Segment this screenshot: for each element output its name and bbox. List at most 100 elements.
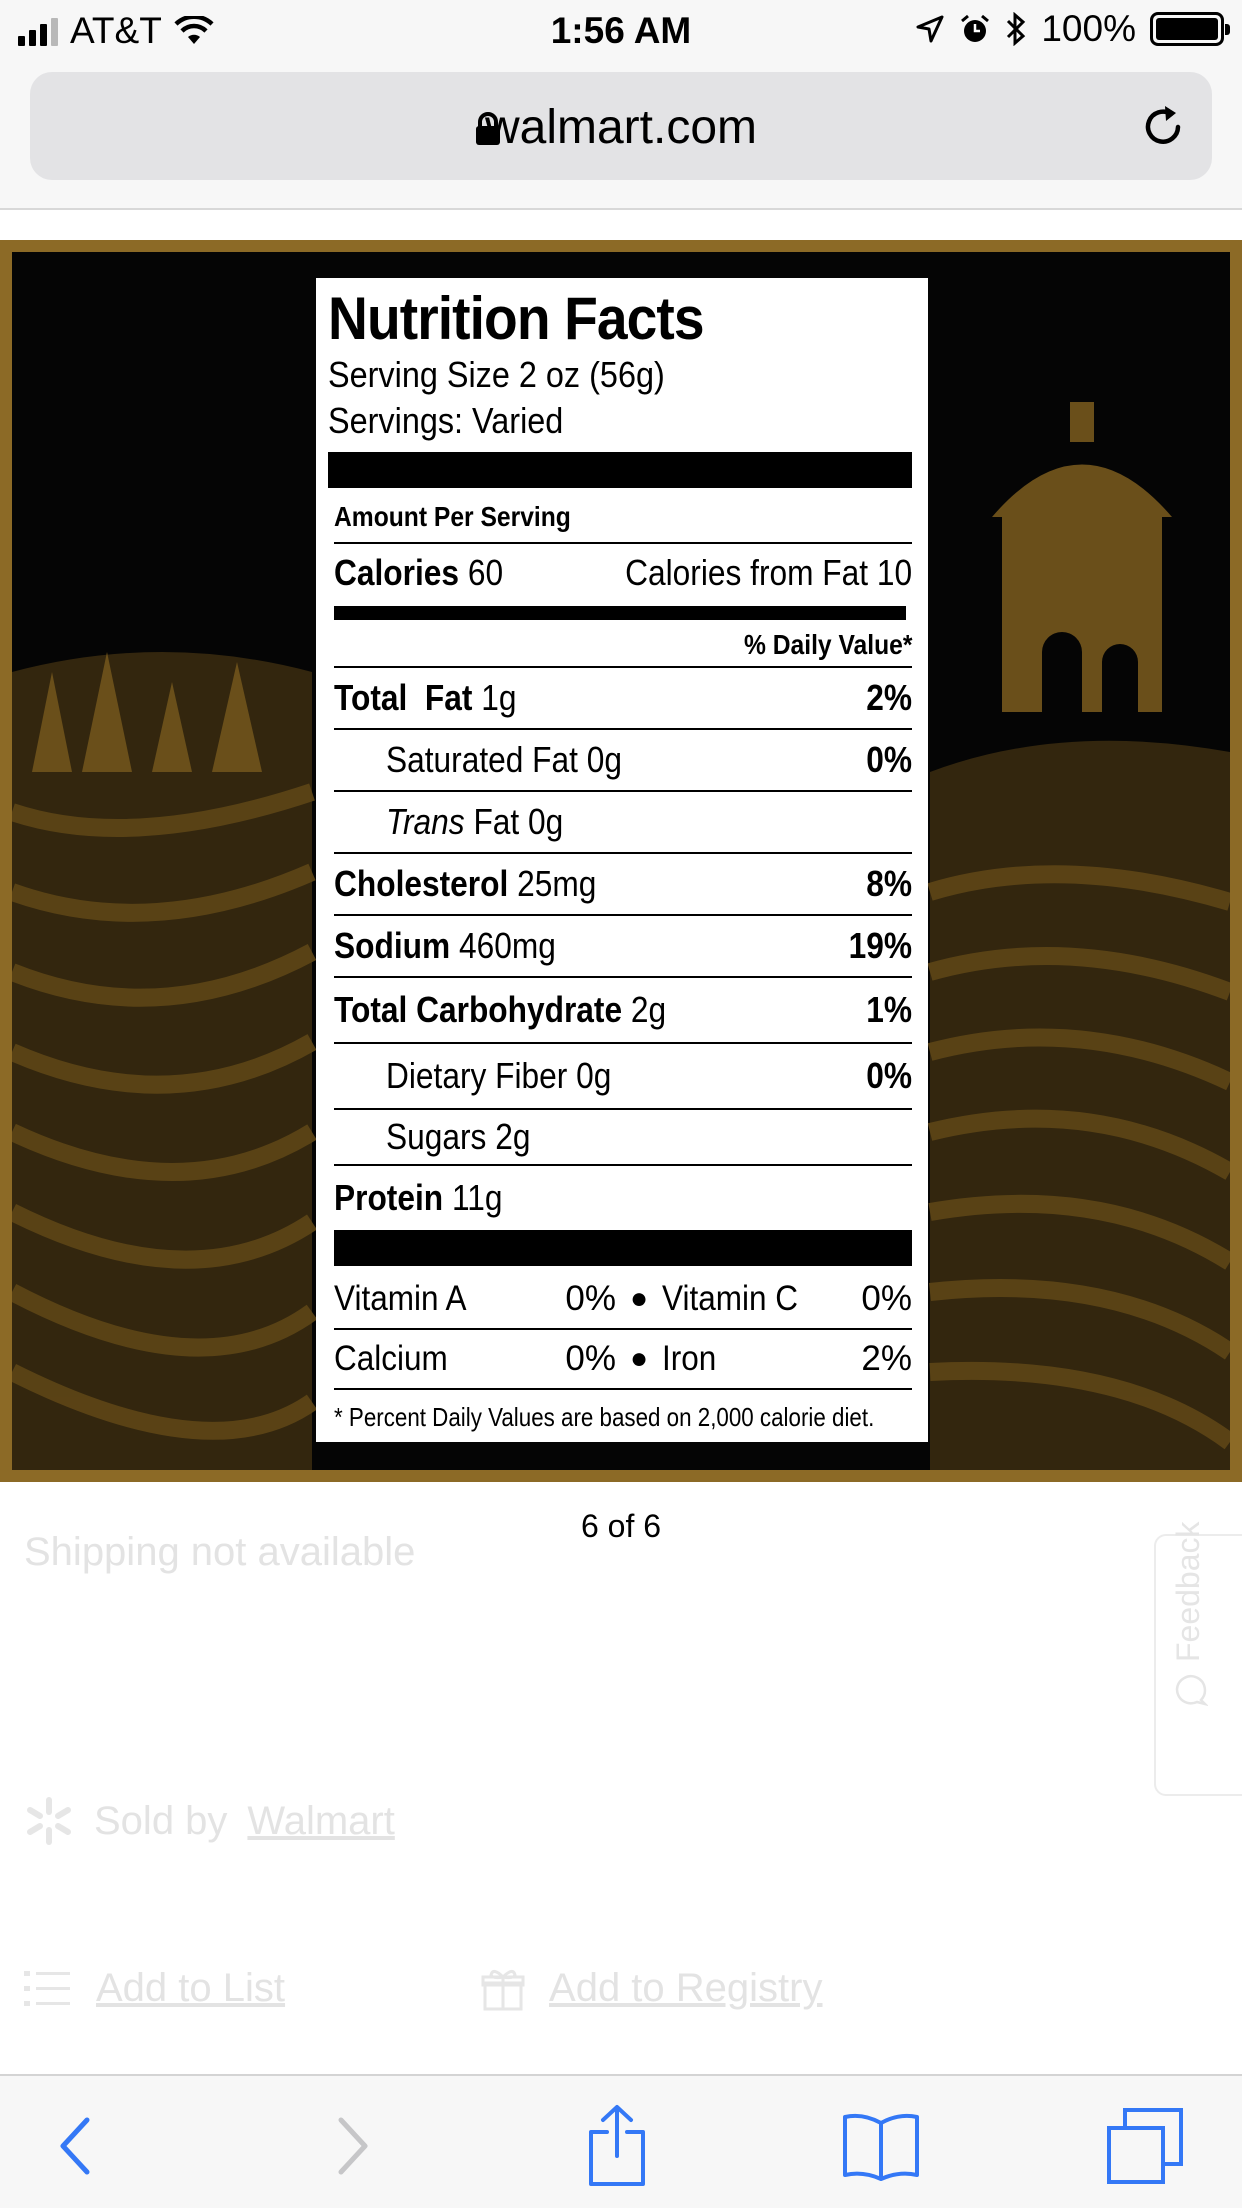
list-icon — [24, 1970, 70, 2006]
nutrient-name: Total Fat — [334, 677, 473, 718]
nutrient-amount: 11g — [451, 1177, 503, 1218]
nutrient-name: Total Carbohydrate — [334, 989, 623, 1030]
battery-percent: 100% — [1041, 8, 1136, 49]
nutrient-row-sugars: Sugars 2g — [334, 1110, 912, 1166]
vitamin-percent: 0% — [861, 1279, 912, 1318]
nutrient-label: Protein 11g — [334, 1177, 502, 1219]
nutrient-row-total-fat: Total Fat 1g 2% — [334, 668, 912, 730]
vitamin-percent: 0% — [565, 1339, 616, 1378]
bookmarks-button[interactable] — [836, 2106, 926, 2186]
nutrient-amount: 0g — [576, 1055, 612, 1096]
nutrient-amount: 25mg — [517, 863, 597, 904]
shipping-status: Shipping not available — [24, 1530, 416, 1574]
sold-by-label: Sold by — [94, 1798, 228, 1843]
product-image-carousel[interactable]: Nutrition Facts Serving Size 2 oz (56g) … — [0, 240, 1242, 1482]
chat-bubble-icon — [1175, 1675, 1209, 1707]
nutrient-name: Dietary Fiber — [386, 1055, 568, 1096]
gift-icon — [481, 1969, 525, 2010]
feedback-label: Feedback — [1170, 1521, 1209, 1707]
vitamin-row: Calcium 0% ● Iron 2% — [334, 1330, 912, 1390]
vitamin-row: Vitamin A 0% ● Vitamin C 0% — [334, 1270, 912, 1330]
nutrient-name: Fat — [473, 801, 520, 842]
calories-row: Calories 60 Calories from Fat 10 — [334, 544, 912, 602]
bullet-separator: ● — [629, 1282, 649, 1315]
nutrient-label: Total Fat 1g — [334, 677, 517, 719]
divider-thick — [328, 452, 912, 488]
nutrient-name: Protein — [334, 1177, 444, 1218]
daily-value-footnote: * Percent Daily Values are based on 2,00… — [334, 1402, 875, 1432]
bullet-separator: ● — [629, 1342, 649, 1375]
nutrient-dv: 0% — [866, 1055, 912, 1096]
nutrient-label: Trans Fat 0g — [386, 801, 563, 843]
nutrient-dv: 8% — [866, 863, 912, 904]
feedback-text: Feedback — [1170, 1521, 1206, 1662]
nutrient-dv: 2% — [866, 677, 912, 718]
nutrient-name: Saturated Fat — [386, 739, 578, 780]
calories-label: Calories — [334, 552, 460, 593]
nutrient-dv: 1% — [866, 989, 912, 1030]
walmart-spark-icon — [27, 1797, 71, 1845]
nutrient-row-protein: Protein 11g — [334, 1166, 912, 1230]
nutrient-label: Sodium 460mg — [334, 925, 556, 967]
product-actions: Add to List Add to Registry — [24, 1966, 822, 2011]
vitamin-percent: 2% — [861, 1339, 912, 1378]
nutrient-label: Dietary Fiber 0g — [386, 1055, 611, 1097]
nutrient-row-cholesterol: Cholesterol 25mg 8% — [334, 854, 912, 916]
nutrient-label: Sugars 2g — [386, 1116, 530, 1158]
nutrient-name-italic: Trans — [386, 801, 465, 842]
sold-by: Sold by Walmart — [24, 1796, 395, 1846]
divider-thick — [334, 1230, 912, 1266]
status-right: 100% — [915, 8, 1230, 50]
nutrient-dv: 19% — [848, 925, 912, 966]
alarm-icon — [961, 14, 990, 42]
add-to-registry-link[interactable]: Add to Registry — [549, 1966, 822, 2011]
serving-size: Serving Size 2 oz (56g) — [328, 354, 665, 395]
calories-value: 60 — [467, 552, 504, 593]
nutrient-dv: 0% — [866, 739, 912, 780]
browser-url-area: walmart.com — [0, 62, 1242, 210]
divider-medium — [334, 606, 906, 620]
nutrient-name: Cholesterol — [334, 863, 509, 904]
battery-icon — [1150, 12, 1230, 46]
amount-per-serving: Amount Per Serving — [334, 501, 571, 532]
bluetooth-icon — [1007, 12, 1026, 46]
nutrient-amount: 2g — [630, 989, 667, 1030]
address-bar[interactable]: walmart.com — [30, 72, 1212, 180]
nutrient-row-total-carbohydrate: Total Carbohydrate 2g 1% — [334, 978, 912, 1044]
seller-link[interactable]: Walmart — [247, 1799, 394, 1844]
nutrient-amount: 460mg — [458, 925, 556, 966]
tabs-button[interactable] — [1100, 2106, 1190, 2186]
product-image: Nutrition Facts Serving Size 2 oz (56g) … — [12, 252, 1230, 1470]
nutrition-facts-label: Nutrition Facts Serving Size 2 oz (56g) … — [316, 278, 928, 1442]
tabs-icon — [1107, 2108, 1183, 2184]
nutrient-label: Total Carbohydrate 2g — [334, 989, 666, 1031]
vitamin-percent: 0% — [565, 1279, 616, 1318]
share-button[interactable] — [572, 2105, 662, 2186]
nutrient-label: Cholesterol 25mg — [334, 863, 596, 905]
calories: Calories 60 — [334, 552, 503, 594]
nutrient-name: Sugars — [386, 1116, 487, 1157]
back-button[interactable] — [30, 2106, 120, 2186]
calories-from-fat: Calories from Fat 10 — [625, 552, 912, 593]
chevron-right-icon — [338, 2117, 368, 2175]
nutrient-row-sodium: Sodium 460mg 19% — [334, 916, 912, 978]
url-text: walmart.com — [484, 101, 758, 154]
add-to-list-link[interactable]: Add to List — [96, 1966, 285, 2011]
daily-value-header: % Daily Value* — [743, 629, 912, 660]
nutrient-row-trans-fat: Trans Fat 0g — [334, 792, 912, 854]
nutrient-amount: 1g — [481, 677, 517, 718]
nutrient-name: Sodium — [334, 925, 451, 966]
vitamin-name: Iron — [662, 1339, 717, 1378]
daily-value-header-row: % Daily Value* — [334, 624, 912, 668]
nutrient-amount: 0g — [528, 801, 564, 842]
vitamin-name: Vitamin A — [334, 1279, 467, 1318]
reload-icon[interactable] — [1138, 102, 1188, 152]
safari-toolbar — [0, 2074, 1242, 2208]
nutrient-amount: 0g — [586, 739, 623, 780]
servings: Servings: Varied — [328, 400, 564, 441]
nutrient-label: Saturated Fat 0g — [386, 739, 622, 781]
forward-button[interactable] — [308, 2106, 398, 2186]
vitamin-name: Vitamin C — [662, 1279, 798, 1318]
nutrition-title: Nutrition Facts — [328, 285, 705, 352]
location-arrow-icon — [916, 15, 944, 43]
